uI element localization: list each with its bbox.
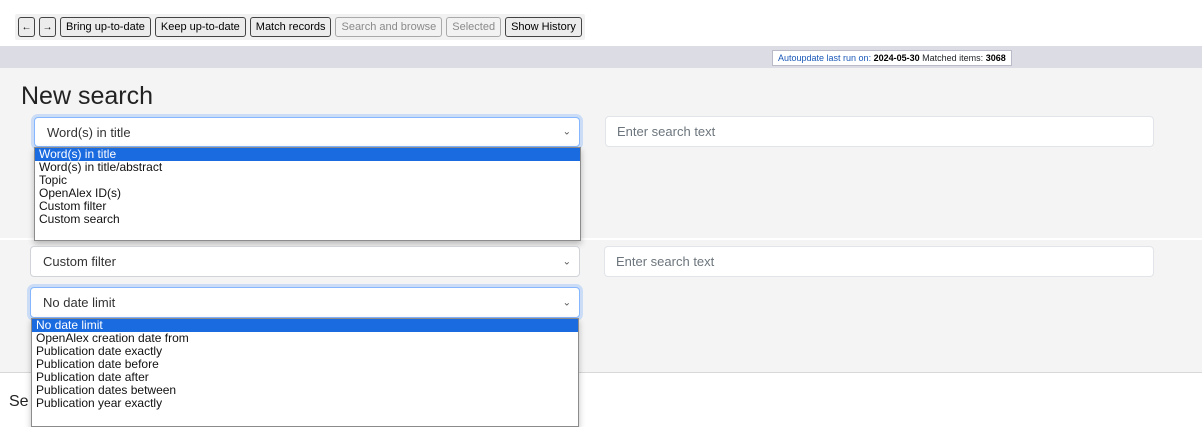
search-and-browse-button[interactable]: Search and browse [335, 17, 443, 37]
arrow-left-icon: ← [21, 21, 32, 33]
arrow-right-icon: → [42, 21, 53, 33]
chevron-down-icon: ⌄ [562, 126, 571, 138]
forward-button[interactable]: → [39, 17, 56, 37]
matched-label: Matched items: [922, 53, 984, 63]
autoupdate-label: Autoupdate last run on: [778, 53, 872, 63]
selected-button[interactable]: Selected [446, 17, 502, 37]
search-type-dropdown[interactable]: Word(s) in title Word(s) in title/abstra… [34, 147, 581, 241]
match-records-button[interactable]: Match records [249, 17, 332, 37]
bring-up-to-date-button[interactable]: Bring up-to-date [60, 17, 151, 37]
filter-text-input[interactable]: Enter search text [604, 246, 1154, 277]
section-heading-partial: Se [9, 393, 29, 410]
status-bar: Autoupdate last run on: 2024-05-30 Match… [0, 46, 1202, 68]
filter-type-value: Custom filter [43, 254, 116, 269]
chevron-down-icon: ⌄ [562, 297, 571, 308]
back-button[interactable]: ← [18, 17, 35, 37]
date-limit-option[interactable]: Publication year exactly [32, 397, 578, 410]
chevron-down-icon: ⌄ [562, 256, 571, 267]
matched-count: 3068 [985, 53, 1006, 63]
search-type-option[interactable]: Word(s) in title/abstract [35, 161, 580, 174]
search-text-input[interactable]: Enter search text [605, 116, 1154, 147]
page-title: New search [21, 82, 153, 110]
search-text-placeholder: Enter search text [617, 124, 716, 139]
toolbar-buttons: ← → Bring up-to-date Keep up-to-date Mat… [15, 14, 585, 40]
date-limit-value: No date limit [43, 295, 116, 310]
date-limit-select[interactable]: No date limit ⌄ [30, 287, 580, 318]
date-limit-dropdown[interactable]: No date limit OpenAlex creation date fro… [31, 318, 579, 427]
search-type-value: Word(s) in title [47, 124, 131, 140]
search-type-option[interactable]: OpenAlex ID(s) [35, 187, 580, 200]
autoupdate-status: Autoupdate last run on: 2024-05-30 Match… [772, 50, 1012, 66]
show-history-button[interactable]: Show History [505, 17, 582, 37]
search-type-select[interactable]: Word(s) in title ⌄ [34, 117, 580, 147]
search-type-option[interactable]: Custom search [35, 213, 580, 226]
toolbar: ← → Bring up-to-date Keep up-to-date Mat… [0, 9, 1202, 46]
keep-up-to-date-button[interactable]: Keep up-to-date [154, 17, 246, 37]
filter-type-select[interactable]: Custom filter ⌄ [30, 246, 580, 277]
filter-text-placeholder: Enter search text [616, 254, 715, 269]
autoupdate-date: 2024-05-30 [873, 53, 920, 63]
